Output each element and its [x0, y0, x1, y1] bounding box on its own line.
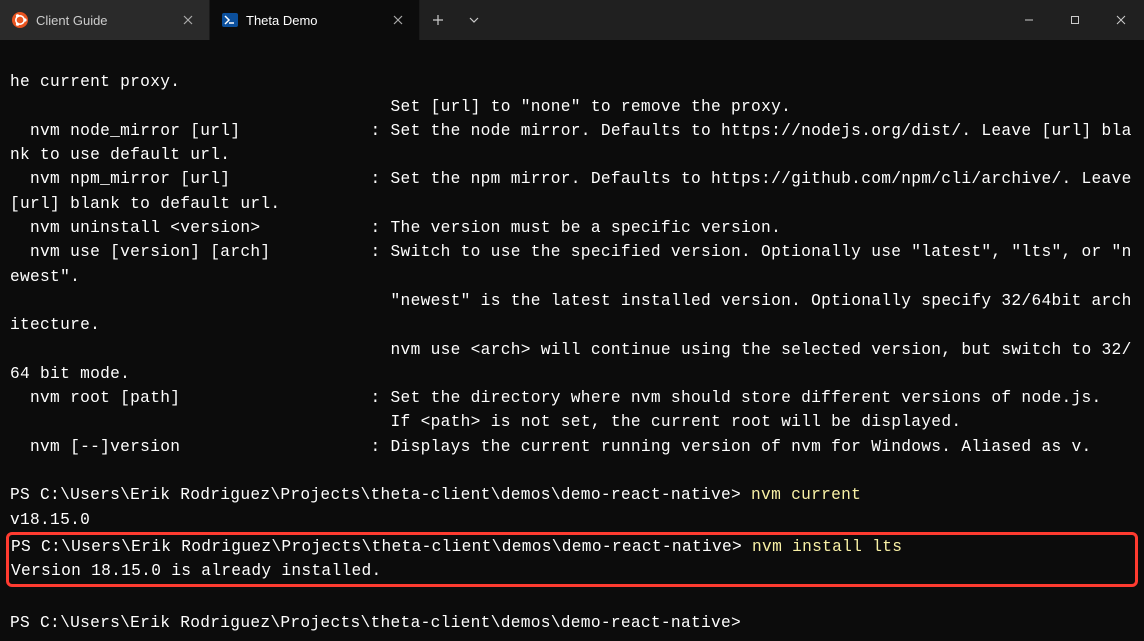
close-icon[interactable]	[179, 11, 197, 29]
tab-label: Theta Demo	[246, 13, 381, 28]
output-line: nvm uninstall <version> : The version mu…	[10, 219, 781, 237]
output-line: nvm use [version] [arch] : Switch to use…	[10, 243, 1132, 285]
minimize-button[interactable]	[1006, 0, 1052, 40]
output-line: nvm [--]version : Displays the current r…	[10, 438, 1092, 456]
tab-strip: Client Guide Theta Demo	[0, 0, 420, 40]
output-line: "newest" is the latest installed version…	[10, 292, 1132, 334]
titlebar: Client Guide Theta Demo	[0, 0, 1144, 40]
close-icon[interactable]	[389, 11, 407, 29]
output-line: nvm root [path] : Set the directory wher…	[10, 389, 1102, 407]
prompt-path: PS C:\Users\Erik Rodriguez\Projects\thet…	[10, 486, 741, 504]
ubuntu-icon	[12, 12, 28, 28]
output-line: nvm use <arch> will continue using the s…	[10, 341, 1132, 383]
tab-dropdown-button[interactable]	[456, 0, 492, 40]
output-line: he current proxy.	[10, 73, 180, 91]
prompt-path: PS C:\Users\Erik Rodriguez\Projects\thet…	[10, 614, 741, 632]
output-line: nvm npm_mirror [url] : Set the npm mirro…	[10, 170, 1142, 212]
maximize-button[interactable]	[1052, 0, 1098, 40]
output-line: Version 18.15.0 is already installed.	[11, 562, 382, 580]
window-controls	[1006, 0, 1144, 40]
prompt-path: PS C:\Users\Erik Rodriguez\Projects\thet…	[11, 538, 742, 556]
tab-label: Client Guide	[36, 13, 171, 28]
output-line: nvm node_mirror [url] : Set the node mir…	[10, 122, 1132, 164]
highlighted-region: PS C:\Users\Erik Rodriguez\Projects\thet…	[6, 532, 1138, 587]
output-line: If <path> is not set, the current root w…	[10, 413, 961, 431]
close-window-button[interactable]	[1098, 0, 1144, 40]
new-tab-button[interactable]	[420, 0, 456, 40]
output-line: Set [url] to "none" to remove the proxy.	[10, 98, 791, 116]
tab-theta-demo[interactable]: Theta Demo	[210, 0, 420, 40]
command-text: nvm install lts	[742, 538, 902, 556]
tab-client-guide[interactable]: Client Guide	[0, 0, 210, 40]
powershell-icon	[222, 12, 238, 28]
titlebar-drag-area[interactable]	[492, 0, 1006, 40]
output-line: v18.15.0	[10, 511, 90, 529]
terminal-content[interactable]: he current proxy. Set [url] to "none" to…	[0, 40, 1144, 641]
command-text: nvm current	[741, 486, 861, 504]
